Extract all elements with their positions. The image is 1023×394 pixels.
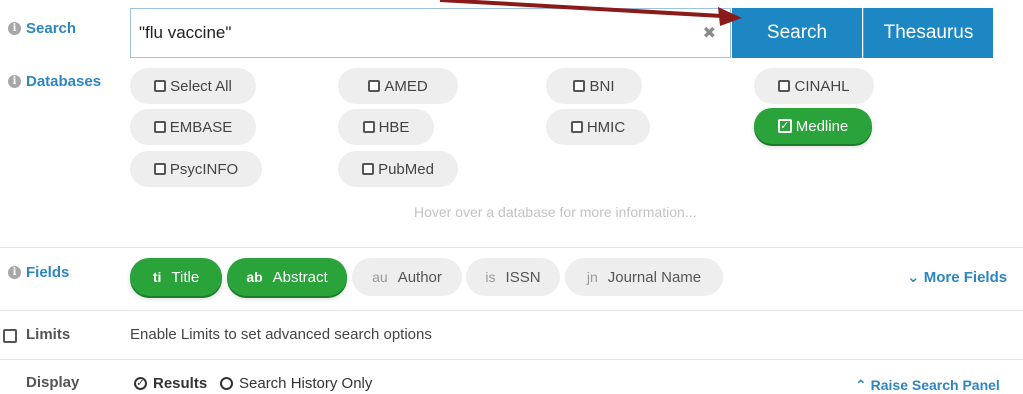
checkbox-icon (362, 121, 375, 133)
display-option-label: Search History Only (239, 375, 373, 392)
display-row-label: Display (26, 374, 79, 391)
fields-label: Fields (26, 264, 70, 281)
field-abbr: ab (246, 269, 263, 285)
check-icon: ✓ (777, 119, 792, 133)
databases-label: Databases (26, 73, 102, 90)
field-label: Journal Name (607, 268, 702, 286)
field-label: Title (171, 268, 200, 286)
search-row-label: i Search (8, 20, 76, 37)
checkbox-icon (570, 121, 583, 133)
database-pill-psycinfo[interactable]: PsycINFO (130, 151, 262, 187)
info-icon[interactable]: i (8, 75, 21, 88)
checkbox-icon (153, 121, 166, 133)
database-label: AMED (384, 77, 428, 95)
field-pill-journal-name[interactable]: jn Journal Name (565, 258, 723, 296)
checkbox-icon (368, 80, 381, 92)
field-abbr: is (485, 269, 496, 285)
checkbox-icon (573, 80, 586, 92)
checkbox-icon (153, 163, 166, 175)
database-pill-embase[interactable]: EMBASE (130, 109, 256, 145)
chevron-down-icon: ⌄ (907, 269, 920, 286)
field-abbr: jn (586, 269, 598, 285)
field-pill-author[interactable]: au Author (352, 258, 462, 296)
display-label: Display (26, 374, 80, 391)
display-option-search-history[interactable]: Search History Only (220, 375, 372, 392)
database-pill-hbe[interactable]: HBE (338, 109, 434, 145)
database-label: EMBASE (169, 118, 233, 136)
checkbox-icon (154, 80, 167, 92)
info-icon[interactable]: i (8, 266, 21, 279)
limits-row-label: Limits (26, 326, 70, 343)
thesaurus-button[interactable]: Thesaurus (863, 8, 993, 58)
radio-unchecked-icon (220, 377, 233, 390)
divider (0, 247, 1023, 248)
search-input[interactable] (131, 9, 691, 57)
divider (0, 359, 1023, 360)
database-label: Medline (795, 117, 849, 135)
field-abbr: au (372, 269, 388, 285)
database-pill-hmic[interactable]: HMIC (546, 109, 650, 145)
clear-icon[interactable]: ✖ (703, 23, 716, 43)
radio-checked-icon: ✓ (134, 377, 147, 390)
limits-checkbox[interactable] (3, 329, 17, 343)
limits-label: Limits (26, 326, 71, 343)
database-pill-pubmed[interactable]: PubMed (338, 151, 458, 187)
field-pill-abstract[interactable]: ab Abstract (227, 258, 347, 296)
search-box: ✖ (130, 8, 731, 58)
database-label: HMIC (586, 118, 626, 136)
display-option-results[interactable]: ✓ Results (134, 375, 207, 392)
database-pill-select-all[interactable]: Select All (130, 68, 256, 104)
database-pill-bni[interactable]: BNI (546, 68, 642, 104)
databases-row-label: i Databases (8, 73, 101, 90)
field-label: ISSN (505, 268, 541, 286)
fields-row-label: i Fields (8, 264, 69, 281)
more-fields-link[interactable]: ⌄ More Fields (907, 268, 1007, 286)
checkbox-icon (362, 163, 375, 175)
database-pill-amed[interactable]: AMED (338, 68, 458, 104)
limits-description: Enable Limits to set advanced search opt… (130, 326, 432, 343)
field-abbr: ti (152, 269, 162, 285)
database-label: HBE (378, 118, 410, 136)
field-pill-issn[interactable]: is ISSN (466, 258, 560, 296)
raise-search-panel-link[interactable]: ⌃ Raise Search Panel (855, 377, 1000, 394)
field-label: Author (397, 268, 442, 286)
divider (0, 310, 1023, 311)
display-option-label: Results (153, 375, 208, 392)
database-hover-hint: Hover over a database for more informati… (414, 204, 697, 220)
more-fields-label: More Fields (923, 269, 1008, 286)
database-pill-medline[interactable]: ✓ Medline (754, 108, 872, 144)
database-label: BNI (589, 77, 615, 95)
field-pill-title[interactable]: ti Title (130, 258, 222, 296)
checkbox-icon (778, 80, 791, 92)
database-label: Select All (170, 77, 232, 95)
database-label: PubMed (378, 160, 434, 178)
database-label: CINAHL (794, 77, 850, 95)
search-label: Search (26, 20, 77, 37)
field-label: Abstract (272, 268, 328, 286)
info-icon[interactable]: i (8, 22, 21, 35)
database-label: PsycINFO (169, 160, 239, 178)
database-pill-cinahl[interactable]: CINAHL (754, 68, 874, 104)
search-button[interactable]: Search (732, 8, 862, 58)
